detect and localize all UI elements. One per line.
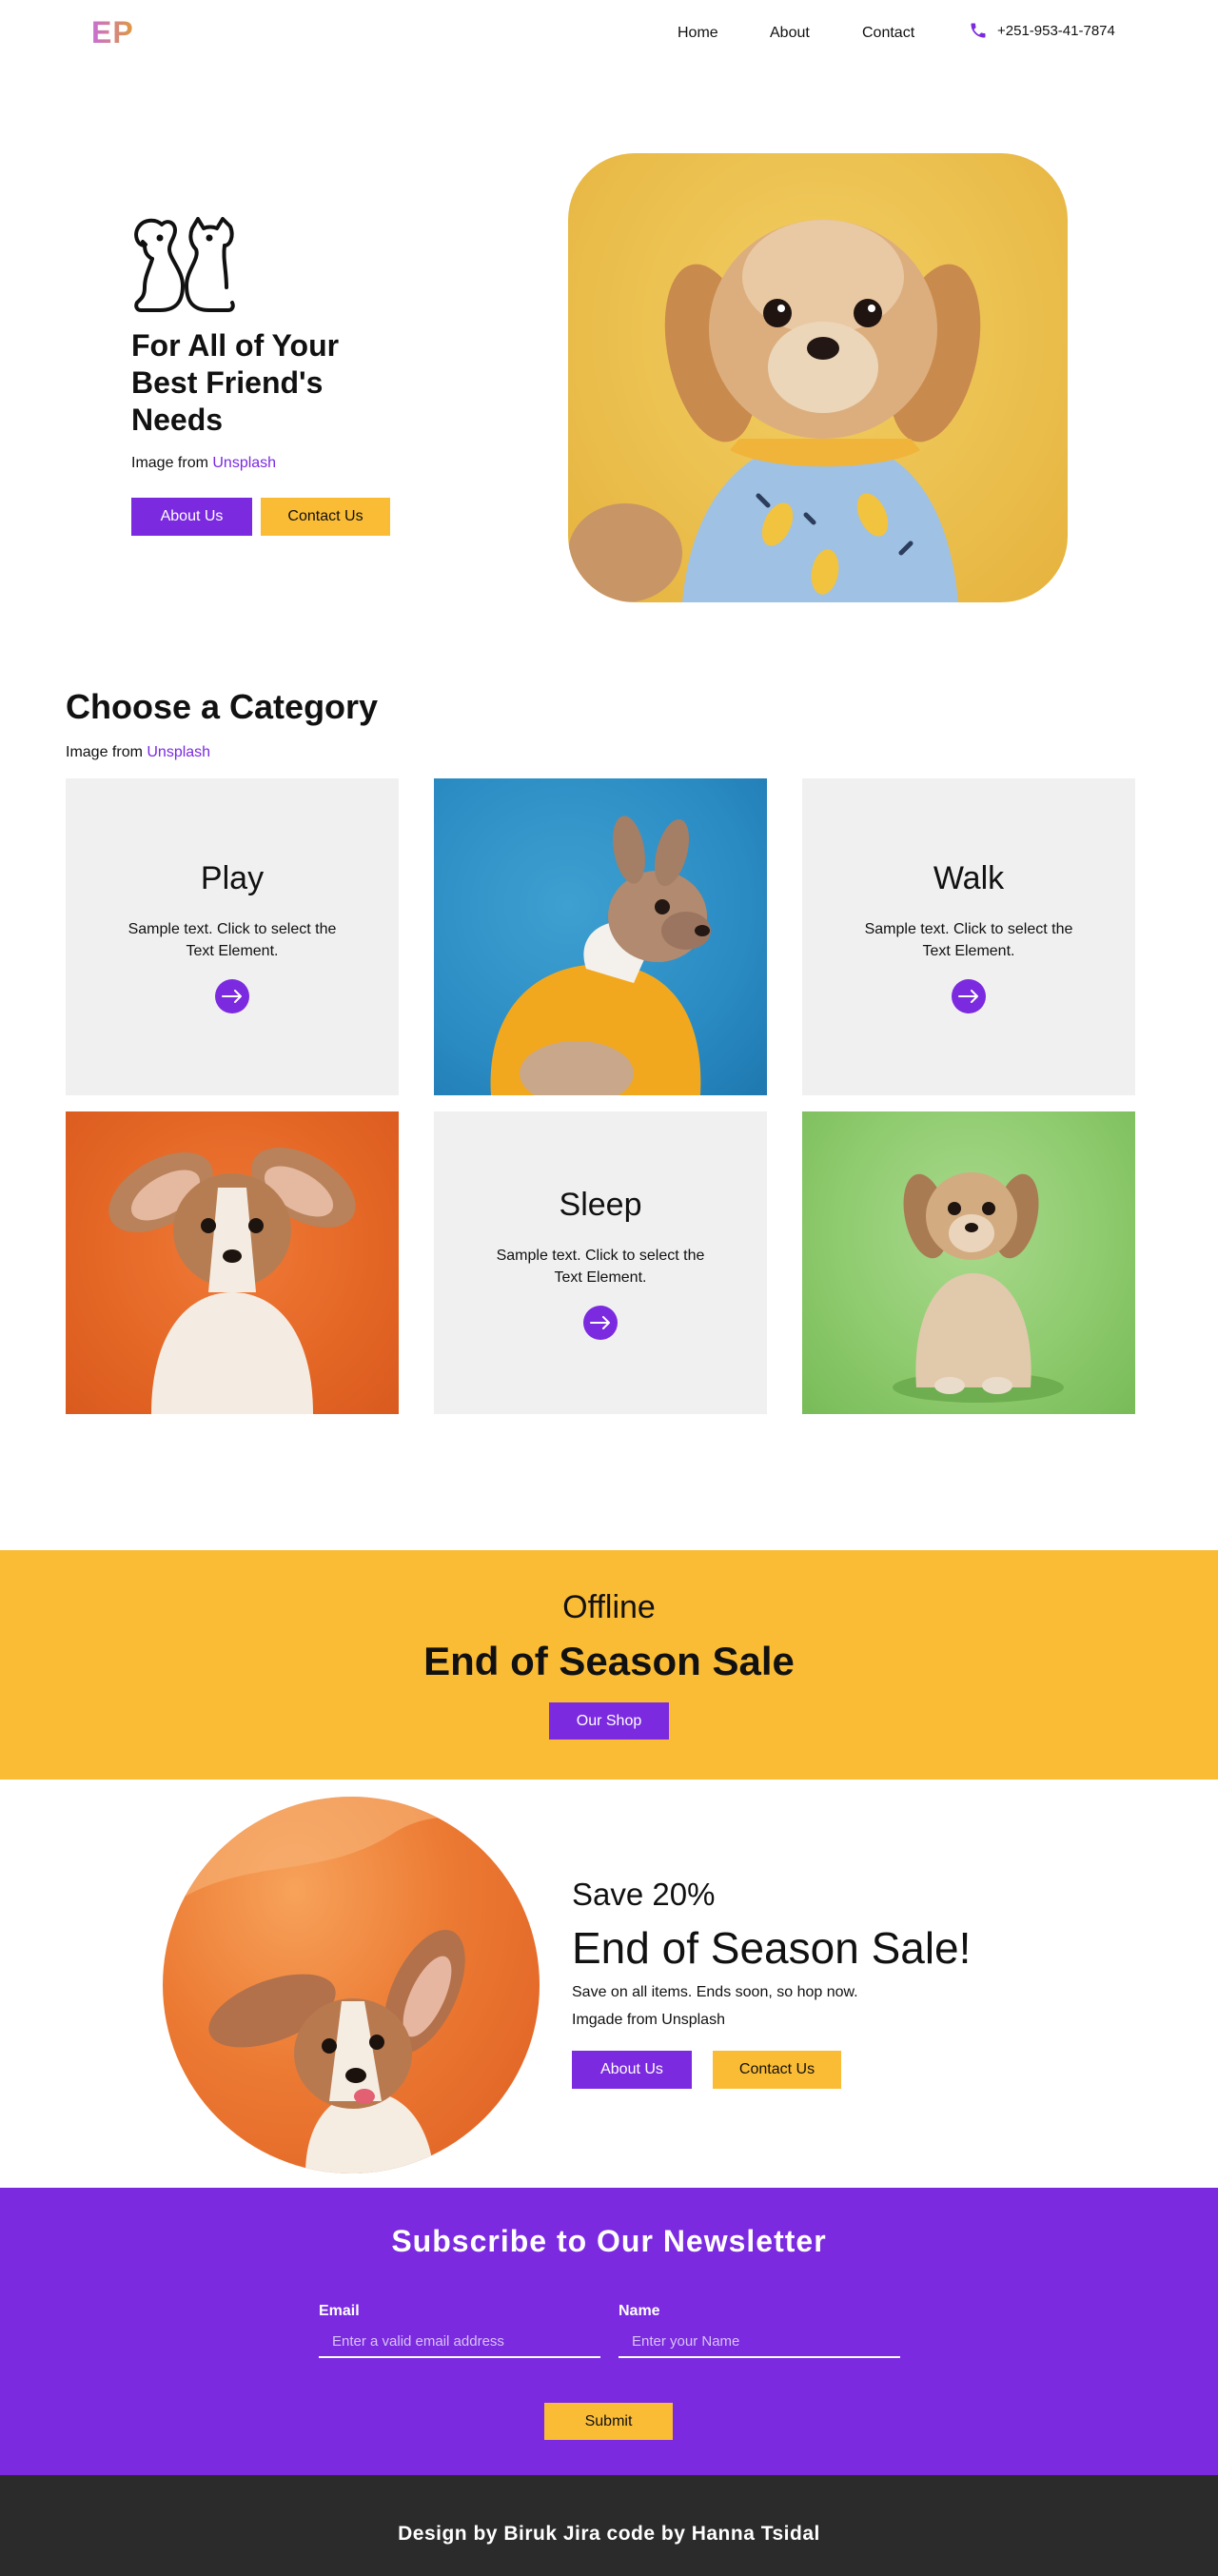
email-label: Email	[319, 2303, 360, 2319]
arrow-right-icon	[958, 990, 978, 1003]
arrow-right-icon	[590, 1315, 610, 1329]
newsletter-title: Subscribe to Our Newsletter	[391, 2224, 827, 2258]
credit-prefix: Image from	[131, 455, 213, 471]
tile-heading: Walk	[933, 860, 1005, 896]
name-label: Name	[619, 2303, 660, 2319]
promo-corgi-photo	[163, 1797, 540, 2173]
unsplash-link[interactable]: Unsplash	[212, 455, 276, 471]
category-credit: Image from Unsplash	[66, 744, 210, 761]
arrow-right-button[interactable]	[215, 979, 249, 1013]
arrow-right-button[interactable]	[952, 979, 986, 1013]
top-nav: EP Home About Contact +251-953-41-7874	[0, 0, 1218, 67]
nav-contact-link[interactable]: Contact	[862, 25, 914, 42]
promo-about-button[interactable]: About Us	[572, 2051, 692, 2089]
promo-kicker: Save 20%	[572, 1877, 716, 1912]
promo-credit: Imgade from Unsplash	[572, 2012, 725, 2028]
hero-dog-photo	[568, 153, 1068, 602]
tile-heading: Sleep	[559, 1186, 642, 1223]
hero-title: For All of Your Best Friend's Needs	[131, 328, 340, 437]
sale-kicker: Offline	[562, 1589, 656, 1625]
category-tile-sleep[interactable]: Sleep Sample text. Click to select the T…	[434, 1111, 767, 1414]
email-field[interactable]	[319, 2326, 600, 2358]
arrow-right-icon	[222, 990, 242, 1003]
category-tile-walk[interactable]: Walk Sample text. Click to select the Te…	[802, 778, 1135, 1095]
promo-description: Save on all items. Ends soon, so hop now…	[572, 1984, 858, 2000]
tile-description: Sample text. Click to select the Text El…	[864, 921, 1073, 959]
hero-credit: Image from Unsplash	[131, 455, 276, 472]
category-photo-corgi	[66, 1111, 399, 1414]
hero-about-button[interactable]: About Us	[131, 498, 252, 536]
category-photo-small-dog	[802, 1111, 1135, 1414]
hero-contact-button[interactable]: Contact Us	[261, 498, 390, 536]
dog-cat-icon	[134, 217, 235, 312]
phone-number: +251-953-41-7874	[997, 22, 1115, 39]
submit-button[interactable]: Submit	[544, 2403, 673, 2440]
category-title: Choose a Category	[66, 687, 379, 726]
unsplash-link[interactable]: Unsplash	[147, 744, 210, 760]
arrow-right-button[interactable]	[583, 1305, 618, 1340]
nav-home-link[interactable]: Home	[678, 25, 718, 42]
our-shop-button[interactable]: Our Shop	[549, 1702, 669, 1740]
nav-about-link[interactable]: About	[770, 25, 810, 42]
promo-title: End of Season Sale!	[572, 1923, 972, 1973]
name-field[interactable]	[619, 2326, 900, 2358]
footer-credit: Design by Biruk Jira code by Hanna Tsida…	[398, 2523, 820, 2545]
sale-title: End of Season Sale	[423, 1639, 795, 1683]
promo-contact-button[interactable]: Contact Us	[713, 2051, 841, 2089]
credit-prefix: Image from	[66, 744, 147, 760]
category-photo-bulldog	[434, 778, 767, 1095]
tile-description: Sample text. Click to select the Text El…	[128, 921, 337, 959]
site-logo[interactable]: EP	[91, 15, 134, 50]
phone-icon	[971, 23, 986, 38]
tile-description: Sample text. Click to select the Text El…	[496, 1247, 705, 1286]
phone-contact[interactable]: +251-953-41-7874	[969, 21, 1115, 40]
tile-heading: Play	[200, 860, 265, 896]
category-tile-play[interactable]: Play Sample text. Click to select the Te…	[66, 778, 399, 1095]
